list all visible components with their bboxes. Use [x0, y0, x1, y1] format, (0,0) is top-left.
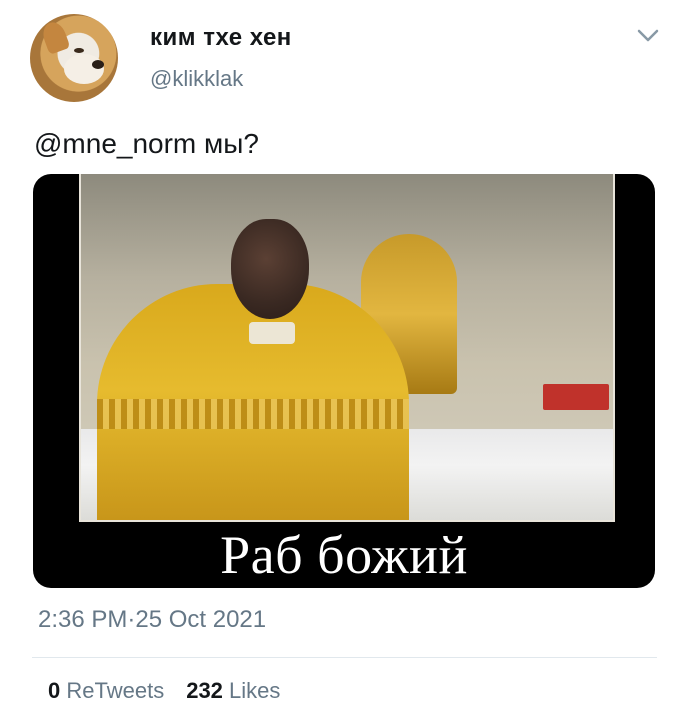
user-handle[interactable]: @klikklak [150, 66, 243, 92]
tweet-timestamp[interactable]: 2:36 PM·25 Oct 2021 [38, 606, 266, 634]
avatar-eye [74, 48, 84, 53]
photo-red-book [543, 384, 609, 410]
avatar-ear [39, 19, 71, 55]
likes-count: 232 [186, 678, 223, 703]
tweet-media[interactable]: Раб божий [33, 174, 655, 588]
retweets-stat[interactable]: 0 ReTweets [48, 678, 164, 703]
photo-robe-band [97, 399, 409, 429]
retweets-count: 0 [48, 678, 61, 703]
likes-label: Likes [229, 678, 281, 703]
avatar-nose [92, 60, 104, 69]
display-name[interactable]: ким тхе хен [150, 24, 292, 52]
media-caption: Раб божий [220, 525, 468, 585]
photo-collar [249, 322, 295, 344]
chevron-down-icon[interactable] [636, 28, 660, 44]
tweet-stats: 0 ReTweets 232 Likes [48, 678, 280, 704]
demotivator-photo [79, 174, 615, 522]
user-avatar[interactable] [30, 14, 118, 102]
avatar-snout [64, 54, 104, 84]
tweet-text: @mne_norm мы? [34, 128, 259, 159]
divider [32, 657, 657, 658]
retweets-label: ReTweets [66, 678, 165, 703]
photo-priest-head [231, 219, 309, 319]
likes-stat[interactable]: 232 Likes [186, 678, 280, 703]
